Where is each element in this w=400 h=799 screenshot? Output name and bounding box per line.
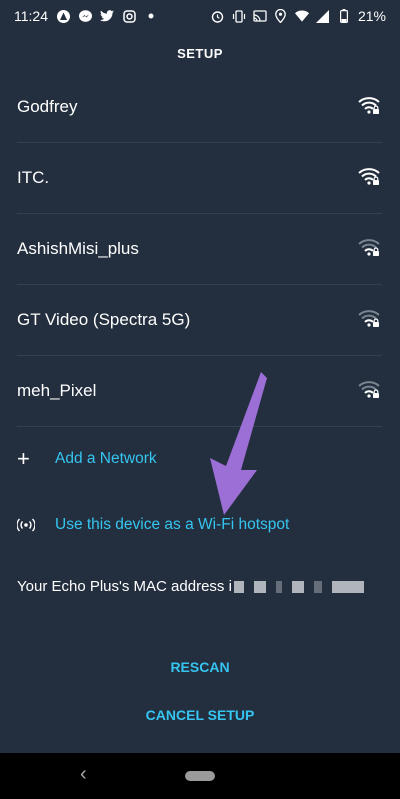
network-row[interactable]: GT Video (Spectra 5G) [17, 285, 382, 356]
alarm-icon [211, 9, 225, 23]
plus-icon: + [17, 446, 30, 471]
back-icon[interactable]: ‹ [80, 763, 87, 786]
messenger-icon [78, 9, 92, 23]
instagram-icon [122, 9, 136, 23]
home-pill[interactable] [185, 771, 215, 781]
mac-label: Your Echo Plus's MAC address i [17, 578, 232, 595]
navigation-bar: ‹ [0, 753, 400, 799]
network-name: AshishMisi_plus [17, 239, 139, 258]
network-row[interactable]: AshishMisi_plus [17, 214, 382, 285]
status-bar: 11:24 21% [0, 0, 400, 32]
network-name: Godfrey [17, 97, 78, 116]
page-title: SETUP [177, 46, 223, 61]
network-row[interactable]: meh_Pixel [17, 356, 382, 427]
rescan-button[interactable]: RESCAN [0, 659, 400, 675]
network-row[interactable]: ITC. [17, 143, 382, 214]
clock: 11:24 [14, 8, 48, 24]
wifi-lock-icon [358, 168, 380, 185]
wifi-lock-icon [358, 381, 380, 398]
redacted-block [275, 580, 282, 593]
hotspot-button[interactable]: Use this device as a Wi-Fi hotspot [17, 516, 289, 534]
network-row[interactable]: Godfrey [17, 72, 382, 143]
app-icon [56, 9, 70, 23]
add-network-label: Add a Network [55, 450, 157, 467]
network-name: meh_Pixel [17, 381, 97, 400]
redacted-block [233, 580, 244, 593]
wifi-lock-icon [358, 310, 380, 327]
hotspot-label: Use this device as a Wi-Fi hotspot [55, 516, 290, 533]
wifi-lock-icon [358, 97, 380, 114]
hotspot-icon [17, 518, 55, 532]
wifi-lock-icon [358, 239, 380, 256]
network-list: Godfrey ITC. AshishMisi_plus GT Video (S… [0, 72, 400, 427]
battery-level: 21% [357, 8, 386, 24]
mac-address: Your Echo Plus's MAC address i [17, 578, 374, 595]
redacted-block [331, 580, 364, 593]
redacted-block [253, 580, 266, 593]
dot-icon [144, 9, 158, 23]
add-network-button[interactable]: + Add a Network [17, 446, 157, 472]
location-icon [274, 9, 288, 23]
twitter-icon [100, 9, 114, 23]
redacted-block [313, 580, 322, 593]
cancel-setup-button[interactable]: CANCEL SETUP [0, 707, 400, 723]
vibrate-icon [232, 9, 246, 23]
redacted-block [291, 580, 304, 593]
network-name: ITC. [17, 168, 50, 187]
wifi-icon [294, 9, 309, 23]
cast-icon [253, 9, 267, 23]
battery-icon [337, 9, 351, 23]
signal-icon [316, 9, 330, 23]
network-name: GT Video (Spectra 5G) [17, 310, 191, 329]
